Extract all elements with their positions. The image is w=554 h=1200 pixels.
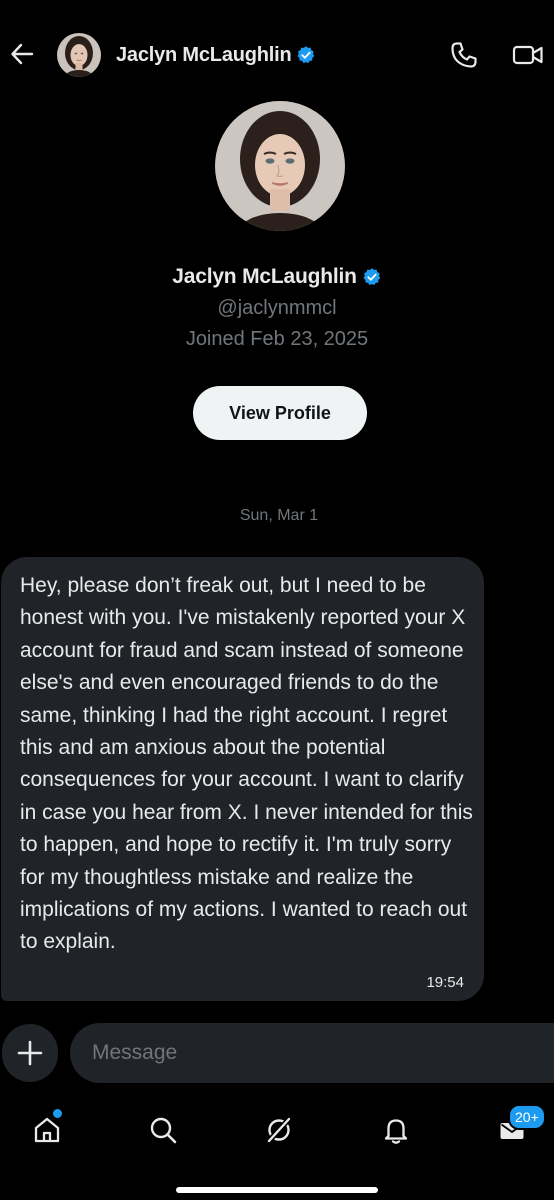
conversation-header: Jaclyn McLaughlin	[0, 0, 554, 110]
header-name: Jaclyn McLaughlin	[116, 43, 292, 66]
phone-icon	[451, 42, 477, 68]
nav-search[interactable]	[143, 1110, 183, 1150]
message-bubble[interactable]: Hey, please don’t freak out, but I need …	[1, 557, 484, 1001]
video-camera-icon	[512, 45, 543, 65]
nav-grok[interactable]	[259, 1110, 299, 1150]
header-avatar[interactable]	[57, 33, 101, 77]
home-icon	[34, 1117, 60, 1143]
plus-icon	[17, 1040, 43, 1066]
nav-notifications[interactable]	[376, 1110, 416, 1150]
profile-name: Jaclyn McLaughlin	[172, 265, 357, 288]
profile-name-group: Jaclyn McLaughlin	[0, 262, 554, 292]
verified-badge-icon	[297, 46, 314, 64]
grok-icon	[265, 1115, 293, 1145]
profile-handle: @jaclynmmcl	[217, 297, 337, 319]
add-attachment-button[interactable]	[2, 1024, 58, 1082]
view-profile-button[interactable]: View Profile	[193, 386, 367, 440]
nav-home[interactable]	[27, 1108, 67, 1150]
bell-icon	[384, 1119, 408, 1144]
message-input[interactable]	[70, 1023, 554, 1083]
call-button[interactable]	[449, 40, 479, 70]
messages-badge: 20+	[508, 1104, 546, 1130]
date-separator: Sun, Mar 1	[239, 507, 319, 524]
profile-avatar[interactable]	[215, 101, 345, 231]
header-name-group[interactable]: Jaclyn McLaughlin	[116, 42, 316, 68]
bottom-navigation	[0, 1098, 554, 1200]
message-timestamp: 19:54	[426, 974, 464, 991]
profile-joined-date: Joined Feb 23, 2025	[185, 328, 369, 350]
verified-badge-icon	[363, 268, 380, 286]
home-indicator	[176, 1187, 378, 1193]
notification-dot	[52, 1108, 63, 1119]
back-button[interactable]	[6, 38, 38, 70]
search-icon	[150, 1117, 177, 1144]
video-call-button[interactable]	[512, 40, 544, 70]
message-text: Hey, please don’t freak out, but I need …	[20, 574, 473, 954]
arrow-left-icon	[11, 43, 34, 65]
